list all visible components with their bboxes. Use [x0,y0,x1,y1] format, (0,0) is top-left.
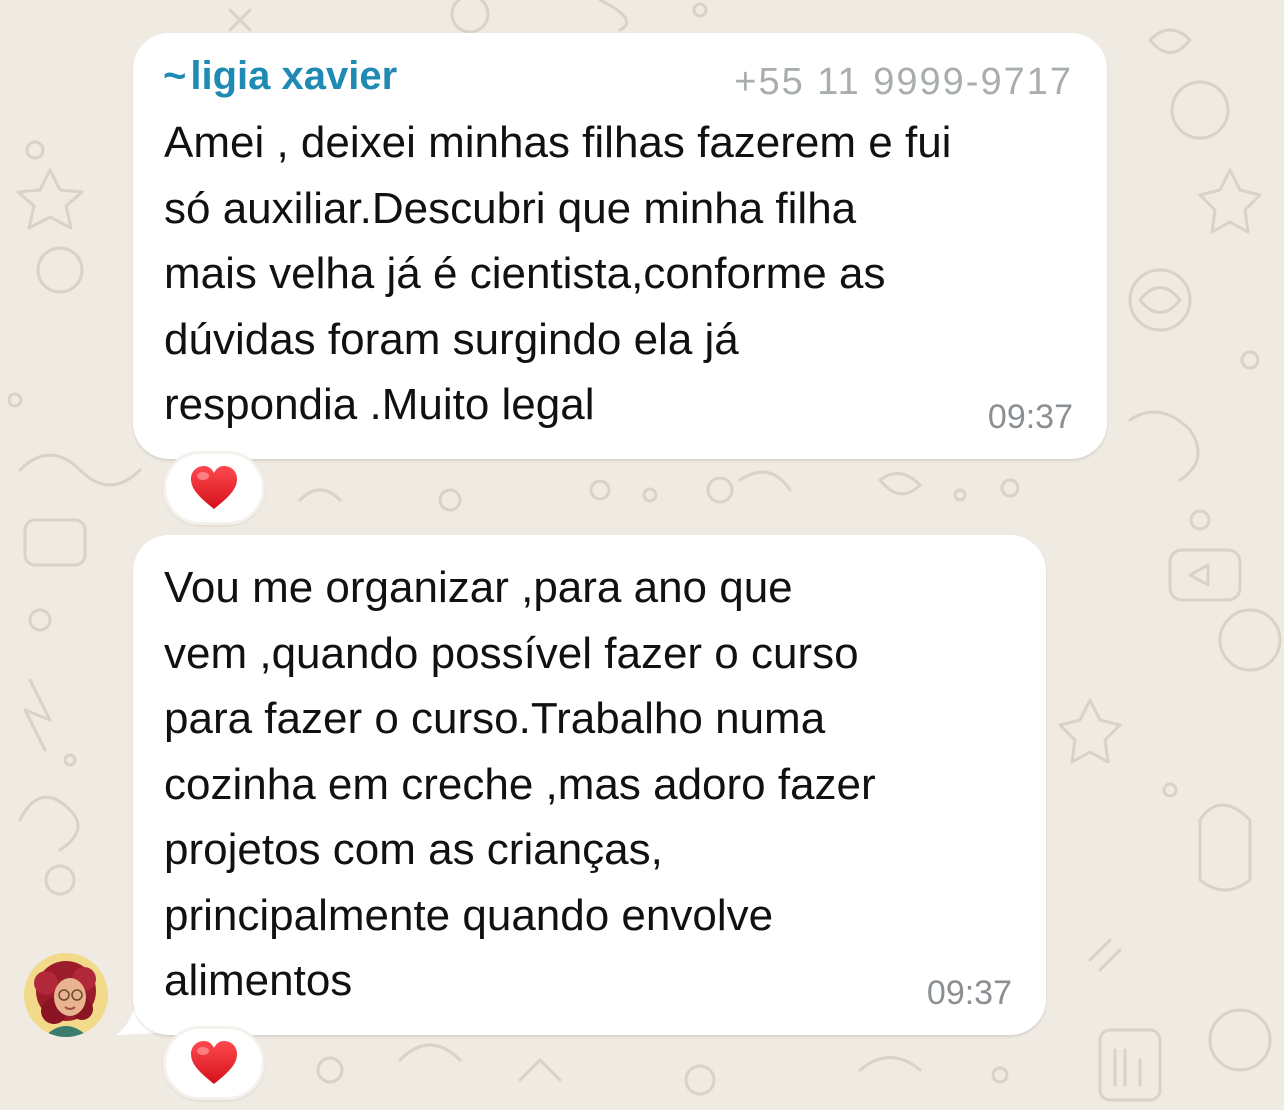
user-avatar[interactable] [24,953,108,1037]
message-bubble[interactable]: Vou me organizar ,para ano que vem ,quan… [133,535,1046,1035]
message-timestamp: 09:37 [926,974,1012,1012]
sender-name-label: ligia xavier [190,54,398,98]
reaction-badge[interactable] [163,451,265,525]
message-timestamp: 09:37 [987,398,1073,436]
message-text: Amei , deixei minhas filhas fazerem e fu… [164,118,952,429]
message-text: Vou me organizar ,para ano que vem ,quan… [164,563,876,1005]
message-bubble[interactable]: ~ ligia xavier +55 11 9999-9717 Amei , de… [133,33,1107,459]
reaction-badge[interactable] [163,1026,265,1100]
sender-name[interactable]: ~ ligia xavier [163,53,397,99]
sender-prefix: ~ [163,54,187,98]
avatar-image [24,953,108,1037]
red-heart-icon [191,466,237,509]
sender-phone: +55 11 9999-9717 [734,61,1073,95]
red-heart-icon [191,1041,237,1084]
